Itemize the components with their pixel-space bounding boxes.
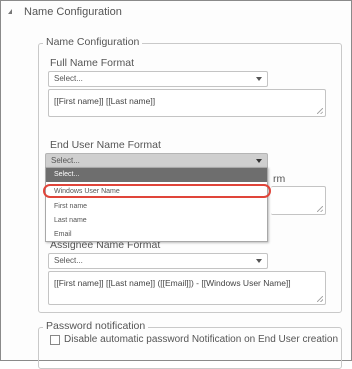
dropdown-option[interactable]: First name: [46, 200, 267, 214]
end-user-name-format-textarea-partial[interactable]: [271, 186, 326, 215]
resize-handle-icon[interactable]: [317, 206, 323, 212]
dropdown-option[interactable]: Select...: [46, 168, 267, 182]
collapse-triangle-icon[interactable]: [8, 9, 12, 14]
section-title: Name Configuration: [24, 6, 122, 18]
end-user-name-format-label: End User Name Format: [50, 139, 161, 151]
chevron-down-icon: [256, 77, 262, 81]
resize-handle-icon[interactable]: [317, 108, 323, 114]
name-configuration-legend: Name Configuration: [43, 36, 143, 48]
full-name-format-textarea[interactable]: [[First name]] [[Last name]]: [48, 89, 326, 117]
dropdown-option[interactable]: Last name: [46, 214, 267, 228]
resize-handle-icon[interactable]: [317, 296, 323, 302]
assignee-name-format-value: [[First name]] [[Last name]] ([[Email]])…: [54, 278, 291, 288]
assignee-name-format-select-value: Select...: [54, 256, 83, 265]
chevron-down-icon: [256, 259, 262, 263]
disable-password-notification-label[interactable]: Disable automatic password Notification …: [64, 334, 338, 345]
chevron-down-icon: [256, 159, 262, 163]
end-user-name-format-select-value: Select...: [51, 156, 80, 165]
disable-password-notification-checkbox[interactable]: [50, 335, 60, 345]
end-user-name-format-dropdown: Select... Windows User Name First name L…: [45, 167, 268, 242]
partially-hidden-label-suffix: rm: [273, 173, 286, 185]
panel-frame: Name Configuration Name Configuration Fu…: [0, 0, 352, 369]
assignee-name-format-select[interactable]: Select...: [48, 253, 268, 269]
dropdown-option[interactable]: Email: [46, 228, 267, 242]
full-name-format-value: [[First name]] [[Last name]]: [54, 96, 156, 106]
highlight-ring-annotation: [43, 184, 271, 198]
full-name-format-select-value: Select...: [54, 74, 83, 83]
full-name-format-select[interactable]: Select...: [48, 71, 268, 87]
section-header[interactable]: Name Configuration: [2, 2, 350, 22]
password-notification-legend: Password notification: [43, 320, 149, 332]
assignee-name-format-textarea[interactable]: [[First name]] [[Last name]] ([[Email]])…: [48, 271, 326, 305]
full-name-format-label: Full Name Format: [50, 57, 135, 69]
